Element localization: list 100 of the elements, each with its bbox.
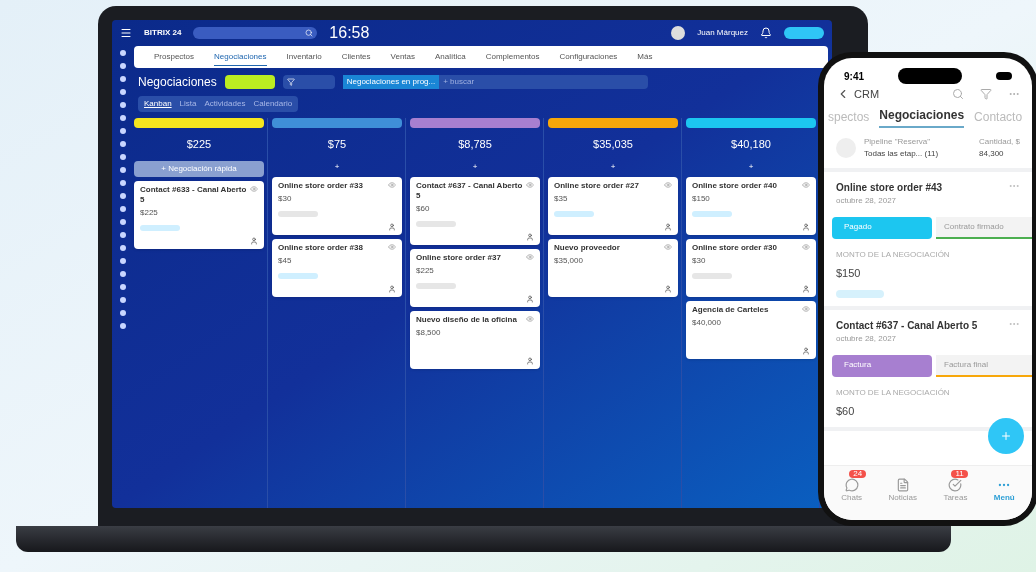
add-button[interactable]: + — [744, 160, 758, 173]
back-label[interactable]: CRM — [854, 85, 880, 103]
deal-title: Online store order #27 — [554, 180, 639, 191]
app-icon[interactable] — [120, 115, 126, 121]
app-icon[interactable] — [120, 76, 126, 82]
avatar-icon[interactable] — [671, 26, 686, 40]
app-icon[interactable] — [120, 245, 126, 251]
app-icon[interactable] — [120, 258, 126, 264]
deal-amount: $35 — [554, 192, 569, 205]
chat-icon — [844, 478, 859, 492]
page-title: Negociaciones — [138, 74, 217, 90]
deal-card[interactable]: Online store order #40 $150 — [686, 176, 816, 235]
app-icon[interactable] — [120, 154, 126, 160]
app-icon[interactable] — [120, 323, 126, 329]
deal-amount: $8,500 — [416, 326, 442, 339]
deal-title: Nuevo diseño de la oficina — [416, 314, 517, 325]
user-name[interactable]: Juan Márquez — [697, 27, 748, 39]
view-tab[interactable]: Lista — [179, 98, 197, 110]
deal-card[interactable]: Nuevo diseño de la oficina $8,500 — [410, 310, 540, 369]
invite-button[interactable] — [784, 27, 824, 39]
add-button[interactable]: + — [330, 160, 344, 173]
deal-card[interactable]: Contact #637 - Canal Aberto 5 $60 — [410, 176, 540, 245]
deal-amount: $225 — [416, 264, 435, 277]
deal-card[interactable]: Agencia de Carteles $40,000 — [686, 300, 816, 359]
nav-tab[interactable]: Ventas — [390, 49, 416, 65]
badge: 24 — [849, 470, 867, 478]
app-icon[interactable] — [120, 102, 126, 108]
app-icon[interactable] — [120, 206, 126, 212]
nav-tab[interactable]: Complementos — [485, 49, 540, 65]
app-icon[interactable] — [120, 180, 126, 186]
app-icon[interactable] — [120, 128, 126, 134]
filter-field[interactable]: Negociaciones en prog... + buscar — [342, 75, 648, 89]
nav-tab[interactable]: Más — [637, 49, 653, 65]
deal-title: Online store order #37 — [416, 252, 501, 263]
nav-tab[interactable]: Prospectos — [154, 49, 195, 65]
add-button[interactable] — [224, 75, 275, 89]
deal-title: Contact #637 - Canal Aberto 5 — [836, 318, 978, 333]
deal-date: octubre 28, 2027 — [835, 195, 898, 207]
clock: 16:58 — [329, 23, 370, 43]
app-icon[interactable] — [120, 50, 126, 56]
battery-icon — [996, 72, 1012, 80]
avatar-icon — [802, 346, 810, 355]
app-icon[interactable] — [120, 284, 126, 290]
avatar-icon — [526, 356, 534, 365]
avatar-icon — [664, 222, 672, 231]
filter-chip[interactable]: Negociaciones en prog... — [342, 75, 440, 89]
deal-title: Online store order #40 — [692, 180, 777, 191]
deal-card[interactable]: Online store order #27 $35 — [548, 176, 678, 235]
check-icon — [948, 478, 963, 492]
stage-total: $8,785 — [457, 137, 493, 152]
app-icon[interactable] — [120, 89, 126, 95]
deal-amount: $35,000 — [554, 254, 584, 267]
crm-tab[interactable]: Negociaciones — [879, 106, 965, 128]
add-button[interactable]: + — [606, 160, 620, 173]
deal-title: Online store order #38 — [278, 242, 363, 253]
filter-icon — [286, 78, 295, 86]
app-icon[interactable] — [120, 297, 126, 303]
view-tab[interactable]: Actividades — [204, 98, 246, 110]
nav-tab[interactable]: Negociaciones — [214, 48, 267, 66]
app-icon[interactable] — [120, 219, 126, 225]
deal-amount: $150 — [835, 266, 862, 281]
app-icon[interactable] — [120, 193, 126, 199]
deal-card[interactable]: Contact #633 - Canal Aberto 5 $225 — [134, 180, 264, 249]
deal-date: octubre 28, 2027 — [835, 332, 898, 345]
deal-amount: $225 — [140, 206, 159, 219]
pipeline-value[interactable]: Todas las etap... (11) — [864, 148, 939, 160]
deal-card[interactable]: Online store order #30 $30 — [686, 238, 816, 297]
deal-title: Online store order #30 — [692, 242, 777, 253]
search-icon — [305, 29, 314, 37]
app-icon[interactable] — [120, 167, 126, 173]
bell-icon[interactable] — [760, 27, 772, 39]
view-tab[interactable]: Kanban — [144, 98, 172, 110]
avatar-icon — [526, 294, 534, 303]
app-icon[interactable] — [120, 271, 126, 277]
nav-tab[interactable]: Clientes — [341, 49, 371, 65]
view-tab[interactable]: Calendario — [253, 98, 293, 110]
app-icon[interactable] — [120, 232, 126, 238]
filter-button[interactable] — [282, 75, 335, 89]
add-button[interactable]: + — [468, 160, 482, 173]
app-icon[interactable] — [120, 63, 126, 69]
menu-icon[interactable] — [120, 27, 132, 39]
deal-card[interactable]: Online store order #38 $45 — [272, 238, 402, 297]
deal-title: Online store order #33 — [278, 180, 363, 191]
nav-tab[interactable]: Analítica — [435, 49, 466, 65]
app-icon[interactable] — [120, 141, 126, 147]
brand-logo: BITRIX 24 — [144, 27, 182, 39]
deal-card[interactable]: Online store order #37 $225 — [410, 248, 540, 307]
stage-total: $35,035 — [592, 137, 634, 152]
deal-card[interactable]: Online store order #33 $30 — [272, 176, 402, 235]
nav-tab[interactable]: Inventario — [286, 49, 322, 65]
search-field[interactable] — [193, 27, 318, 39]
stage-total: $225 — [185, 137, 213, 152]
nav-tab[interactable]: Configuraciones — [559, 49, 618, 65]
deal-amount: $60 — [835, 403, 856, 419]
avatar-icon — [664, 284, 672, 293]
app-icon[interactable] — [120, 310, 126, 316]
deal-amount: $60 — [416, 202, 431, 215]
search-placeholder: + buscar — [443, 76, 475, 88]
deal-title: Online store order #43 — [836, 181, 943, 195]
deal-card[interactable]: Nuevo proveedor $35,000 — [548, 238, 678, 297]
